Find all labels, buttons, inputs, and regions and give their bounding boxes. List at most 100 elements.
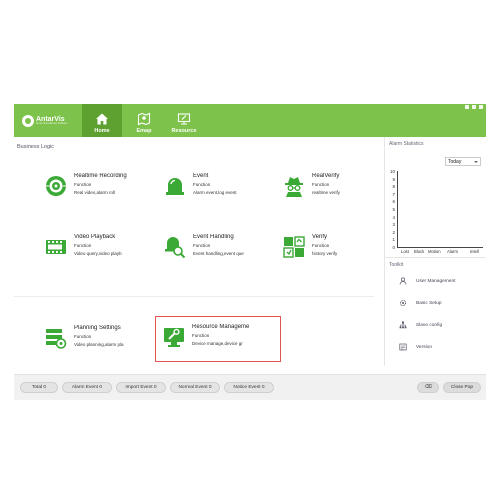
tile-function-label: Function bbox=[74, 334, 92, 339]
top-navigation-bar: AntarVis Smart Surveillance Software Hom… bbox=[14, 104, 486, 137]
tile-resource-management[interactable]: Resource Manageme Function Device manage… bbox=[155, 316, 281, 362]
tile-name: RealVerify bbox=[312, 173, 340, 179]
alarm-light-icon bbox=[166, 178, 184, 195]
map-icon bbox=[137, 112, 151, 126]
counter-alarm-event[interactable]: Alarm Event 0 bbox=[62, 382, 112, 393]
nav-tab-resource[interactable]: Resource bbox=[164, 104, 204, 137]
alarm-statistics-chart: Today 10 9 8 7 6 5 4 3 2 1 0 Lost Block … bbox=[385, 149, 486, 257]
y-tick-label: 10 bbox=[389, 169, 395, 174]
toolkit-item-label: User Management bbox=[416, 278, 456, 284]
tile-event[interactable]: Event Function Alarm event,log event bbox=[163, 172, 269, 204]
gear-icon bbox=[399, 299, 407, 307]
x-category-label: Alarm bbox=[447, 249, 458, 254]
nav-tab-label: Home bbox=[94, 128, 110, 134]
counter-normal-event[interactable]: Normal Event 0 bbox=[170, 382, 220, 393]
monitor-wrench-icon bbox=[164, 328, 184, 347]
y-tick-label: 9 bbox=[392, 176, 395, 182]
tile-verify[interactable]: Verify Function history verify bbox=[282, 233, 388, 265]
clear-button[interactable]: ⌫ bbox=[417, 382, 439, 393]
toolkit-item-slave-config[interactable]: Slave config bbox=[399, 321, 442, 329]
version-icon bbox=[399, 343, 407, 351]
time-range-value: Today bbox=[448, 159, 462, 165]
toolkit-panel: Toolkit User Management Basic Setup Slav… bbox=[385, 257, 486, 377]
x-axis bbox=[397, 247, 483, 248]
brand-logo: AntarVis Smart Surveillance Software bbox=[22, 113, 74, 129]
counter-import-event[interactable]: Import Event 0 bbox=[116, 382, 166, 393]
minimize-icon[interactable] bbox=[465, 105, 469, 109]
brand-tagline: Smart Surveillance Software bbox=[36, 122, 68, 126]
tile-name: Event Handling bbox=[193, 234, 234, 240]
toolkit-item-user-management[interactable]: User Management bbox=[399, 277, 455, 285]
tile-description: history verify bbox=[312, 251, 338, 256]
close-icon[interactable] bbox=[479, 105, 483, 109]
time-range-select[interactable]: Today bbox=[445, 157, 481, 166]
y-tick-label: 0 bbox=[392, 245, 395, 250]
tile-name: Realtime Recording bbox=[74, 173, 127, 179]
section-divider bbox=[14, 296, 374, 297]
tile-event-handling[interactable]: Event Handling Function Event handling,e… bbox=[163, 233, 269, 265]
tile-name: Resource Manageme bbox=[192, 324, 250, 330]
tile-video-playback[interactable]: Video Playback Function Video query,vide… bbox=[44, 233, 150, 265]
x-category-label: Block bbox=[414, 249, 425, 254]
y-tick-label: 4 bbox=[392, 214, 395, 220]
maximize-icon[interactable] bbox=[472, 105, 476, 109]
y-tick-label: 1 bbox=[392, 237, 395, 243]
tile-function-label: Function bbox=[193, 243, 211, 248]
tile-name: Planning Settings bbox=[74, 325, 121, 331]
x-category-label: Lost bbox=[401, 249, 409, 254]
tile-realtime-recording[interactable]: Realtime Recording Function Real video,a… bbox=[44, 172, 150, 204]
logo-icon bbox=[22, 115, 34, 127]
y-tick-label: 3 bbox=[392, 222, 395, 228]
tile-function-label: Function bbox=[193, 182, 211, 187]
y-tick-label: 8 bbox=[392, 184, 395, 190]
magnifier-light-icon bbox=[165, 237, 186, 259]
status-bar: Total 0 Alarm Event 0 Import Event 0 Nor… bbox=[14, 374, 486, 400]
panel-title: Business Logic bbox=[17, 144, 54, 150]
tile-name: Verify bbox=[312, 234, 328, 240]
y-tick-label: 5 bbox=[392, 207, 395, 212]
y-tick-label: 7 bbox=[392, 191, 395, 197]
x-category-label: Motion bbox=[428, 249, 441, 254]
resource-icon bbox=[177, 113, 191, 125]
toolkit-item-version[interactable]: Version bbox=[399, 343, 432, 351]
tile-function-label: Function bbox=[74, 243, 92, 248]
planning-icon bbox=[46, 329, 67, 349]
tile-function-label: Function bbox=[74, 182, 92, 187]
y-tick-label: 2 bbox=[392, 229, 395, 235]
chevron-down-icon bbox=[474, 161, 478, 163]
camera-icon bbox=[46, 176, 66, 196]
tile-planning-settings[interactable]: Planning Settings Function Video plannin… bbox=[44, 324, 150, 356]
alarm-statistics-title: Alarm Statistics bbox=[389, 141, 424, 147]
nav-tab-emap[interactable]: Emap bbox=[124, 104, 164, 137]
toolkit-item-basic-setup[interactable]: Basic Setup bbox=[399, 299, 442, 307]
counter-notice-event[interactable]: Notice Event 0 bbox=[224, 382, 274, 393]
tile-description: Event handling,event que bbox=[193, 251, 244, 256]
tile-description: Real video,alarm roll bbox=[74, 190, 116, 195]
tile-function-label: Function bbox=[192, 333, 210, 338]
x-category-label: Intell bbox=[470, 249, 479, 254]
verify-grid-icon bbox=[283, 236, 305, 258]
close-pop-button[interactable]: Close Pop bbox=[443, 382, 481, 393]
tile-function-label: Function bbox=[312, 182, 330, 187]
nav-tab-home[interactable]: Home bbox=[82, 104, 122, 137]
tile-description: Video query,video playb bbox=[74, 251, 122, 256]
y-tick-label: 6 bbox=[392, 199, 395, 205]
toolkit-item-label: Slave config bbox=[416, 322, 443, 328]
right-sidebar: Alarm Statistics Today 10 9 8 7 6 5 4 3 … bbox=[384, 137, 486, 366]
y-axis bbox=[397, 171, 398, 247]
toolkit-item-label: Version bbox=[416, 344, 432, 350]
tile-description: Device manage,device gr bbox=[192, 341, 243, 346]
toolkit-title: Toolkit bbox=[389, 262, 404, 268]
user-icon bbox=[399, 277, 407, 285]
tile-name: Event bbox=[193, 173, 209, 179]
tile-realverify[interactable]: RealVerify Function realtime verify bbox=[282, 172, 388, 204]
tile-name: Video Playback bbox=[74, 234, 116, 240]
app-window: AntarVis Smart Surveillance Software Hom… bbox=[14, 104, 486, 400]
spy-icon bbox=[285, 177, 303, 197]
nav-tab-label: Emap bbox=[136, 128, 152, 134]
counter-total[interactable]: Total 0 bbox=[20, 382, 58, 393]
tile-function-label: Function bbox=[312, 243, 330, 248]
toolkit-item-label: Basic Setup bbox=[416, 300, 442, 306]
network-icon bbox=[399, 321, 407, 329]
tile-description: Alarm event,log event bbox=[193, 190, 237, 195]
